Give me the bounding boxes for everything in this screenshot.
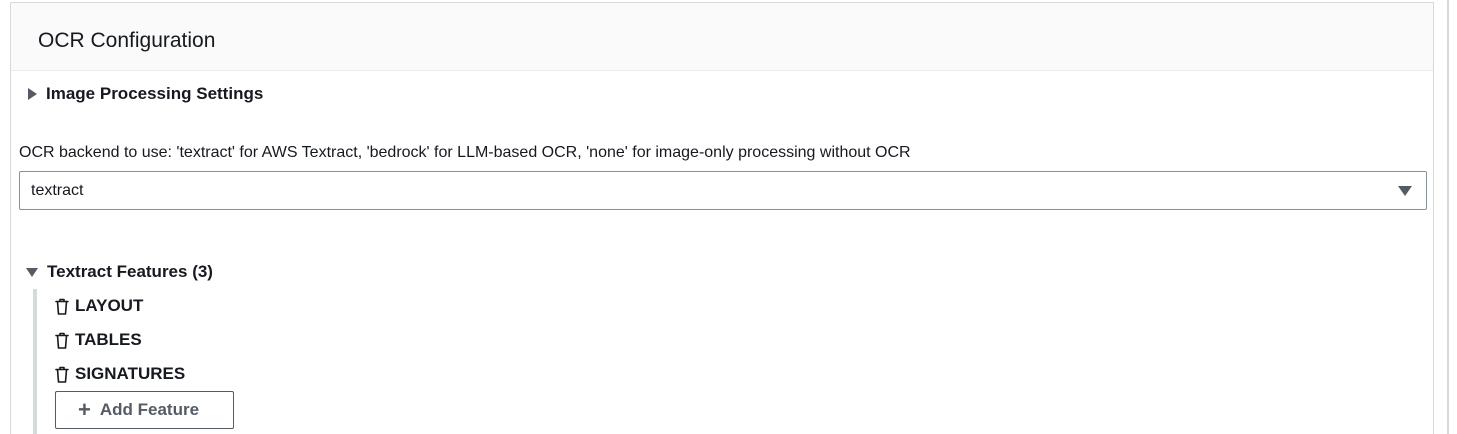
container-title: OCR Configuration <box>38 29 216 52</box>
trash-icon[interactable] <box>55 332 69 349</box>
trash-icon[interactable] <box>55 298 69 315</box>
caret-down-icon <box>1398 186 1412 196</box>
ocr-configuration-container: OCR Configuration Image Processing Setti… <box>10 2 1434 434</box>
container-header: OCR Configuration <box>11 3 1433 71</box>
feature-label: LAYOUT <box>75 296 144 315</box>
list-item: TABLES <box>55 330 142 350</box>
textract-features-expander[interactable]: Textract Features (3) <box>26 262 213 282</box>
page: OCR Configuration Image Processing Setti… <box>0 0 1457 434</box>
trash-icon[interactable] <box>55 366 69 383</box>
add-feature-button[interactable]: + Add Feature <box>55 391 234 429</box>
list-item: SIGNATURES <box>55 364 185 384</box>
scrollbar[interactable] <box>1447 0 1449 434</box>
ocr-backend-label: OCR backend to use: 'textract' for AWS T… <box>19 144 911 161</box>
list-item: LAYOUT <box>55 296 143 316</box>
feature-label: TABLES <box>75 330 142 349</box>
textract-features-label: Textract Features (3) <box>47 262 213 281</box>
features-list-border <box>33 289 37 434</box>
caret-down-icon <box>26 267 38 277</box>
plus-icon: + <box>78 397 91 422</box>
add-feature-label: Add Feature <box>99 400 200 419</box>
feature-label: SIGNATURES <box>75 364 186 383</box>
image-processing-settings-label: Image Processing Settings <box>46 84 264 103</box>
ocr-backend-select[interactable]: textract <box>19 171 1427 210</box>
image-processing-settings-expander[interactable]: Image Processing Settings <box>28 84 263 104</box>
caret-right-icon <box>28 88 37 100</box>
ocr-backend-selected-value: textract <box>31 181 84 199</box>
